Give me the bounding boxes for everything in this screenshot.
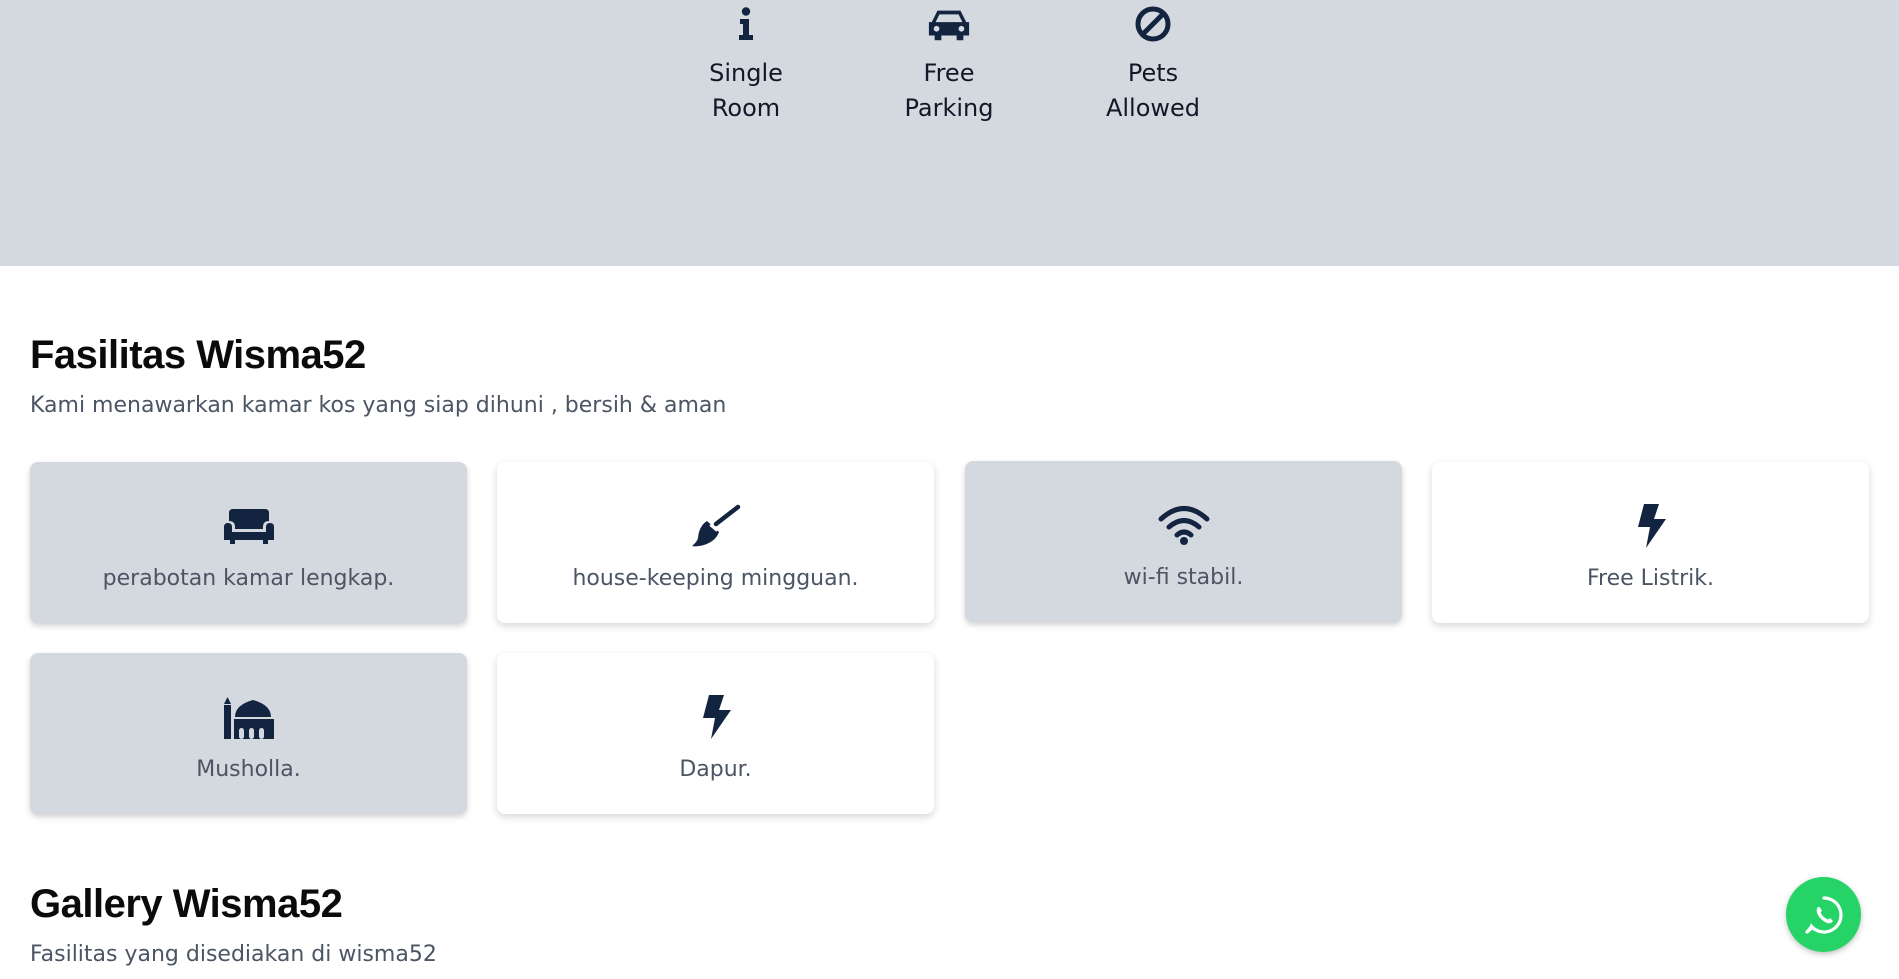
feature-label: Free Parking xyxy=(904,59,994,122)
facility-label: house-keeping mingguan. xyxy=(572,566,859,591)
hero-banner: Single Room Free Parking Pets Allowed xyxy=(0,0,1899,266)
whatsapp-icon xyxy=(1804,895,1843,934)
broom-icon xyxy=(688,502,744,550)
gallery-title: Gallery Wisma52 xyxy=(30,882,343,926)
feature-label: Pets Allowed xyxy=(1105,59,1201,122)
bolt-icon xyxy=(688,693,744,741)
info-icon xyxy=(724,4,768,44)
facility-label: perabotan kamar lengkap. xyxy=(102,566,395,591)
gallery-subtitle: Fasilitas yang disediakan di wisma52 xyxy=(30,942,437,967)
facility-card-wifi: wi-fi stabil. xyxy=(965,461,1402,622)
feature-pets-allowed: Pets Allowed xyxy=(1088,4,1218,126)
couch-icon xyxy=(221,502,277,550)
facility-label: Free Listrik. xyxy=(1586,566,1715,591)
feature-free-parking: Free Parking xyxy=(884,4,1014,126)
facility-label: Dapur. xyxy=(679,757,752,782)
bolt-icon xyxy=(1623,502,1679,550)
facility-label: Musholla. xyxy=(196,757,301,782)
facility-card-housekeeping: house-keeping mingguan. xyxy=(497,462,934,623)
feature-label: Single Room xyxy=(709,59,783,122)
ban-icon xyxy=(1131,4,1175,44)
car-icon xyxy=(927,4,971,44)
facility-card-electricity: Free Listrik. xyxy=(1432,462,1869,623)
facility-card-kitchen: Dapur. xyxy=(497,653,934,814)
facilities-title: Fasilitas Wisma52 xyxy=(30,333,366,377)
wifi-icon xyxy=(1156,501,1212,549)
feature-single-room: Single Room xyxy=(681,4,811,126)
mosque-icon xyxy=(221,693,277,741)
facility-label: wi-fi stabil. xyxy=(1123,565,1244,590)
facility-card-musholla: Musholla. xyxy=(30,653,467,814)
facility-card-furniture: perabotan kamar lengkap. xyxy=(30,462,467,623)
whatsapp-button[interactable] xyxy=(1786,877,1861,952)
facilities-subtitle: Kami menawarkan kamar kos yang siap dihu… xyxy=(30,393,727,418)
